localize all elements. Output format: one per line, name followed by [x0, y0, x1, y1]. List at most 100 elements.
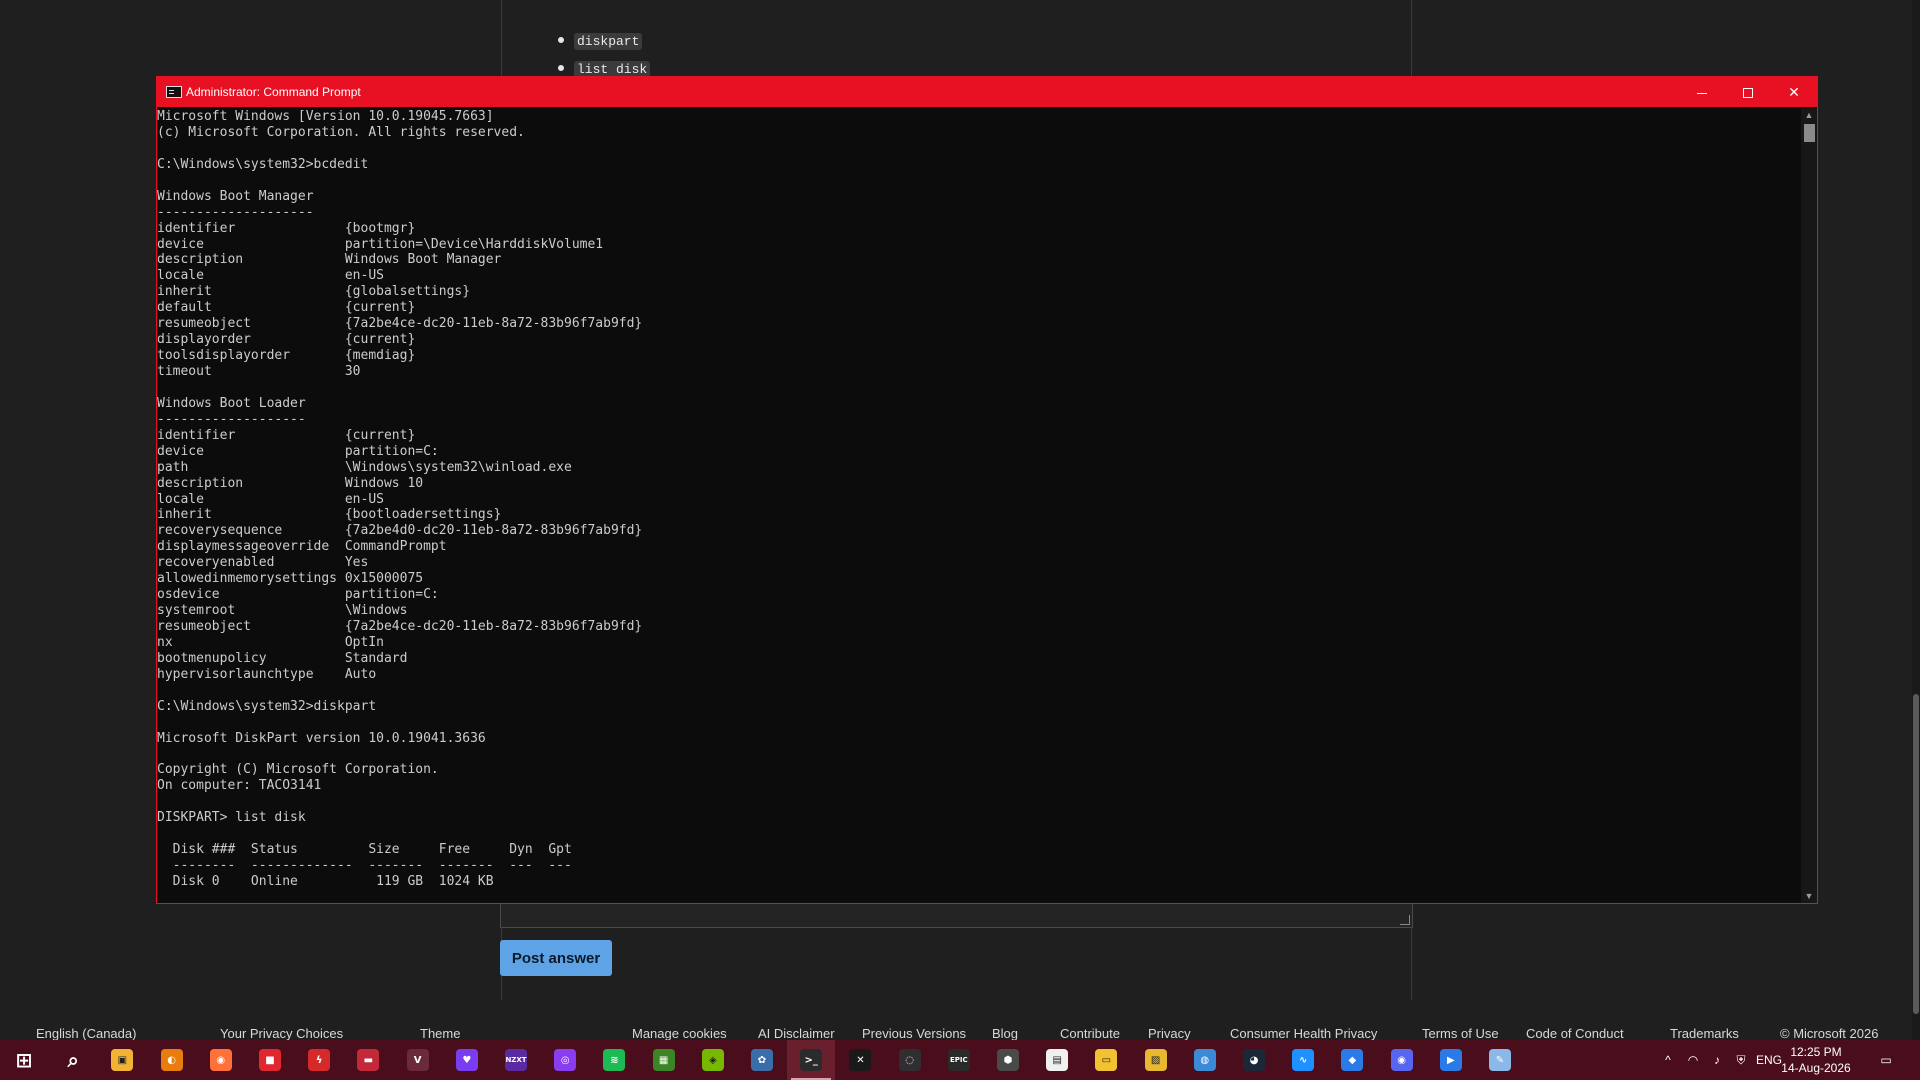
taskbar-app-v-button[interactable]: V: [394, 1040, 442, 1080]
console-line: resumeobject {7a2be4ce-dc20-11eb-8a72-83…: [157, 316, 643, 332]
taskbar-app-globe-button[interactable]: ◍: [1181, 1040, 1229, 1080]
taskbar-roblox-button[interactable]: ◆: [1328, 1040, 1376, 1080]
console-line: description Windows 10: [157, 475, 424, 491]
console-line: Copyright (C) Microsoft Corporation.: [157, 762, 439, 778]
taskbar-photos-button[interactable]: ▨: [1132, 1040, 1180, 1080]
footer-link-language[interactable]: English (Canada): [36, 1028, 136, 1040]
app-x-icon: ✕: [849, 1049, 872, 1071]
console-line: allowedinmemorysettings 0x15000075: [157, 571, 424, 587]
taskbar-app-blue-button[interactable]: ▶: [1427, 1040, 1475, 1080]
console-line: C:\Windows\system32>diskpart: [157, 698, 377, 714]
post-answer-button[interactable]: Post answer: [500, 940, 612, 976]
console-line: -------- ------------- ------- ------- -…: [157, 858, 572, 874]
page-scrollbar[interactable]: [1912, 0, 1920, 1040]
taskbar-explorer-button[interactable]: ▭: [1082, 1040, 1130, 1080]
taskbar-app-red-1-button[interactable]: ■: [246, 1040, 294, 1080]
console-line: Microsoft DiskPart version 10.0.19041.36…: [157, 730, 486, 746]
footer-link-privacy[interactable]: Privacy: [1148, 1028, 1191, 1040]
explorer-icon: ▭: [1095, 1049, 1118, 1071]
app-blue-icon: ▶: [1439, 1049, 1462, 1071]
console-scrollbar[interactable]: ▲ ▼: [1801, 108, 1817, 903]
taskbar-app-x-button[interactable]: ✕: [836, 1040, 884, 1080]
footer-link-terms[interactable]: Terms of Use: [1422, 1028, 1499, 1040]
taskbar-start-button[interactable]: ⊞: [0, 1040, 48, 1080]
footer-link-blog[interactable]: Blog: [992, 1028, 1018, 1040]
taskbar-terminal-button[interactable]: >_: [787, 1040, 836, 1080]
network-icon[interactable]: ◠: [1682, 1040, 1704, 1080]
volume-icon[interactable]: ♪: [1706, 1040, 1728, 1080]
footer-link-health-privacy[interactable]: Consumer Health Privacy: [1230, 1028, 1377, 1040]
taskbar-file-manager-button[interactable]: ▣: [98, 1040, 146, 1080]
footer-link-ai-disclaimer[interactable]: AI Disclaimer: [758, 1028, 835, 1040]
console-line: inherit {bootloadersettings}: [157, 507, 502, 523]
footer-link-privacy-choices[interactable]: Your Privacy Choices: [220, 1028, 343, 1040]
footer-link-previous-versions[interactable]: Previous Versions: [862, 1028, 966, 1040]
taskbar-obs-button[interactable]: ◌: [886, 1040, 934, 1080]
epic-games-icon: EPIC: [947, 1049, 970, 1071]
list-item: diskpart: [558, 30, 650, 58]
system-clock[interactable]: 12:25 PM 14-Aug-2026: [1776, 1040, 1856, 1080]
taskbar-document-button[interactable]: ▤: [1033, 1040, 1081, 1080]
taskbar-podcast-button[interactable]: ◎: [541, 1040, 589, 1080]
app-globe-icon: ◍: [1193, 1049, 1216, 1071]
window-titlebar[interactable]: Administrator: Command Prompt ✕: [157, 77, 1817, 107]
console-line: hypervisorlaunchtype Auto: [157, 666, 377, 682]
resize-grip-icon[interactable]: [1400, 915, 1410, 925]
page-footer: English (Canada) Your Privacy Choices Th…: [0, 1028, 1920, 1040]
app-v-icon: V: [406, 1049, 429, 1071]
console-line: default {current}: [157, 300, 416, 316]
taskbar-spotify-button[interactable]: ≋: [590, 1040, 638, 1080]
page-scrollbar-thumb[interactable]: [1913, 694, 1919, 1014]
taskbar-minecraft-button[interactable]: ▦: [640, 1040, 688, 1080]
clock-time: 12:25 PM: [1790, 1045, 1842, 1059]
taskbar-app-pen-button[interactable]: ✎: [1476, 1040, 1524, 1080]
console-line: resumeobject {7a2be4ce-dc20-11eb-8a72-83…: [157, 619, 643, 634]
console-line: --------------------: [157, 204, 314, 220]
app-red-3-icon: ▬: [357, 1049, 380, 1071]
taskbar-app-heart-button[interactable]: ♥: [443, 1040, 491, 1080]
taskbar-blender-button[interactable]: ◐: [148, 1040, 196, 1080]
show-hidden-icons-icon[interactable]: ^: [1658, 1040, 1678, 1080]
console-scrollbar-thumb[interactable]: [1804, 124, 1815, 142]
security-icon[interactable]: ⛨: [1730, 1040, 1752, 1080]
scroll-down-icon[interactable]: ▼: [1801, 889, 1817, 903]
taskbar-davinci-button[interactable]: ✿: [738, 1040, 786, 1080]
minimize-button[interactable]: [1679, 77, 1725, 107]
monitor-icon: ∿: [1292, 1049, 1315, 1071]
console-output[interactable]: Microsoft Windows [Version 10.0.19045.76…: [157, 108, 1801, 903]
console-line: device partition=C:: [157, 443, 439, 459]
steam-icon: ◕: [1243, 1049, 1265, 1071]
taskbar-nvidia-button[interactable]: ◈: [689, 1040, 737, 1080]
taskbar-discord-button[interactable]: ◉: [1378, 1040, 1426, 1080]
notifications-icon[interactable]: ▭: [1868, 1040, 1904, 1080]
footer-link-trademarks[interactable]: Trademarks: [1670, 1028, 1739, 1040]
minimize-icon: [1697, 92, 1707, 94]
photos-icon: ▨: [1144, 1049, 1167, 1071]
console-line: Disk 0 Online 119 GB 1024 KB: [157, 874, 494, 889]
close-button[interactable]: ✕: [1771, 77, 1817, 107]
command-prompt-window[interactable]: Administrator: Command Prompt ✕ Microsof…: [156, 76, 1818, 904]
taskbar-app-red-3-button[interactable]: ▬: [344, 1040, 392, 1080]
taskbar-monitor-button[interactable]: ∿: [1279, 1040, 1327, 1080]
taskbar-app-red-2-button[interactable]: ϟ: [295, 1040, 343, 1080]
command-prompt-icon[interactable]: [166, 86, 182, 98]
console-line: path \Windows\system32\winload.exe: [157, 459, 572, 475]
footer-link-code-of-conduct[interactable]: Code of Conduct: [1526, 1028, 1624, 1040]
scroll-up-icon[interactable]: ▲: [1801, 108, 1817, 122]
footer-link-manage-cookies[interactable]: Manage cookies: [632, 1028, 727, 1040]
taskbar-app-hex-button[interactable]: ⬢: [984, 1040, 1032, 1080]
footer-link-theme[interactable]: Theme: [420, 1028, 460, 1040]
maximize-button[interactable]: [1725, 77, 1771, 107]
taskbar-nzxt-button[interactable]: NZXT: [492, 1040, 540, 1080]
taskbar-firefox-button[interactable]: ◉: [197, 1040, 245, 1080]
console-line: recoverysequence {7a2be4d0-dc20-11eb-8a7…: [157, 523, 643, 539]
taskbar-search-button[interactable]: ⌕: [49, 1040, 97, 1080]
taskbar-epic-games-button[interactable]: EPIC: [935, 1040, 983, 1080]
footer-link-contribute[interactable]: Contribute: [1060, 1028, 1120, 1040]
console-line: -------------------: [157, 411, 306, 427]
taskbar-steam-button[interactable]: ◕: [1230, 1040, 1278, 1080]
start-icon: ⊞: [15, 1048, 33, 1072]
